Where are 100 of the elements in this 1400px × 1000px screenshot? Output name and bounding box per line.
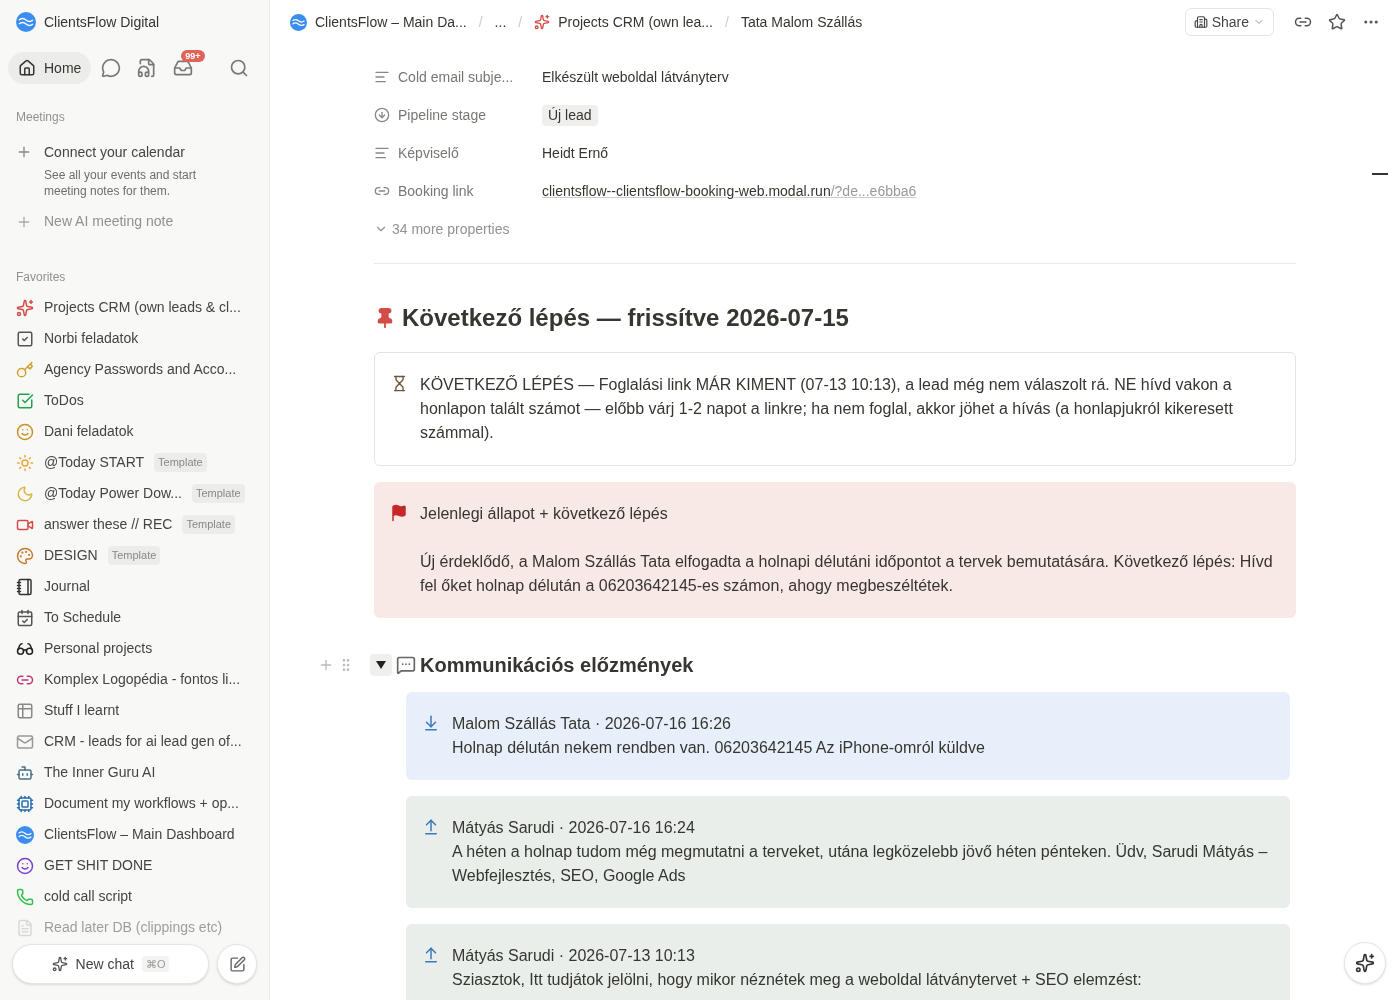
favorite-label: Projects CRM (own leads & cl... bbox=[44, 298, 241, 317]
breadcrumb[interactable]: Projects CRM (own lea... bbox=[558, 11, 713, 33]
template-tag: Template bbox=[191, 484, 245, 503]
favorite-item[interactable]: Journal bbox=[8, 571, 261, 602]
notification-badge: 99+ bbox=[181, 50, 205, 62]
inbox-icon[interactable] bbox=[173, 58, 194, 78]
booking-link[interactable]: clientsflow--clientsflow-booking-web.modal.run/?de...e6bba6 bbox=[542, 180, 917, 202]
callout-text: Új érdeklődő, a Malom Szállás Tata elfogadta a holnapi délutáni időpontot a tervek bemutatására. Következő lépés: Hívd fel őket holnap délután a 06203642145-es számon, ahogy megbeszéltétek. bbox=[420, 551, 1274, 596]
search-icon[interactable] bbox=[229, 58, 249, 78]
meeting-notes-icon[interactable] bbox=[137, 58, 158, 78]
moon-icon bbox=[16, 484, 34, 503]
favorite-label: Stuff I learnt bbox=[44, 701, 120, 720]
favorite-item[interactable]: Document my workflows + op... bbox=[8, 788, 261, 819]
property-icon bbox=[374, 107, 390, 123]
favorite-item[interactable]: To Schedule bbox=[8, 602, 261, 633]
check-icon bbox=[16, 391, 34, 410]
star-icon[interactable] bbox=[1328, 13, 1346, 31]
share-button[interactable]: Share bbox=[1184, 8, 1274, 36]
calendar-description: See all your events and start meeting notes for them. bbox=[44, 167, 198, 199]
favorite-label: To Schedule bbox=[44, 608, 122, 627]
favorite-label: Dani feladatok bbox=[44, 422, 134, 441]
envelope-icon bbox=[16, 732, 34, 751]
favorite-item[interactable]: Norbi feladatok bbox=[8, 323, 261, 354]
phone-icon bbox=[16, 887, 34, 906]
chat-icon[interactable] bbox=[101, 58, 122, 78]
favorite-label: Journal bbox=[44, 577, 90, 596]
favorite-label: cold call script bbox=[44, 887, 132, 906]
new-chat-button[interactable]: New chat ⌘O bbox=[12, 944, 209, 984]
notebook-icon bbox=[16, 577, 34, 596]
home-tab[interactable]: Home bbox=[8, 52, 92, 84]
property-icon bbox=[374, 145, 390, 161]
breadcrumb[interactable]: ... bbox=[494, 11, 507, 33]
favorite-label: Komplex Logopédia - fontos li... bbox=[44, 670, 241, 689]
callout-title: Jelenlegi állapot + következő lépés bbox=[420, 504, 669, 524]
breadcrumb[interactable]: ClientsFlow – Main Da... bbox=[315, 11, 467, 33]
plus-icon[interactable] bbox=[16, 144, 32, 160]
compose-button[interactable] bbox=[217, 944, 257, 984]
building-icon bbox=[1193, 15, 1208, 29]
logo-icon bbox=[290, 13, 307, 31]
message-header: Mátyás Sarudi · 2026-07-16 16:24 bbox=[452, 818, 696, 838]
favorite-label: @Today START bbox=[44, 453, 145, 472]
home-icon bbox=[18, 59, 36, 77]
favorite-item[interactable]: Stuff I learnt bbox=[8, 695, 261, 726]
favorite-item[interactable]: cold call script bbox=[8, 881, 261, 912]
favorite-label: Document my workflows + op... bbox=[44, 794, 239, 813]
checkbox-icon bbox=[16, 329, 34, 348]
message-body: A héten a holnap tudom még megmutatni a terveket, utána legközelebb jövő héten pénteken. Üdv, Sarudi Mátyás – Webfejlesztés, SEO, Google Ads bbox=[452, 842, 1269, 886]
favorite-item[interactable]: Personal projects bbox=[8, 633, 261, 664]
key-icon bbox=[16, 360, 34, 379]
favorite-label: answer these // REC bbox=[44, 515, 173, 534]
schedule-icon bbox=[16, 608, 34, 627]
logo-icon bbox=[16, 825, 34, 844]
sparkle-icon bbox=[51, 956, 68, 972]
section-heading: Kommunikációs előzmények bbox=[420, 653, 694, 678]
template-tag: Template bbox=[107, 546, 161, 565]
flag-icon bbox=[390, 504, 408, 522]
message-body: Sziasztok, Itt tudjátok jelölni, hogy mikor néznétek meg a weboldal látványtervet + SEO elemzést: bbox=[452, 970, 1142, 990]
status-tag[interactable]: Új lead bbox=[542, 104, 598, 126]
favorite-item[interactable]: Dani feladatok bbox=[8, 416, 261, 447]
favorite-label: ToDos bbox=[44, 391, 84, 410]
hourglass-icon bbox=[391, 375, 408, 392]
workspace-name[interactable]: ClientsFlow Digital bbox=[44, 11, 160, 33]
section-heading: Következő lépés — frissítve 2026-07-15 bbox=[402, 303, 849, 333]
toggle-button[interactable] bbox=[370, 654, 392, 676]
callout-text: KÖVETKEZŐ LÉPÉS — Foglalási link MÁR KIMENT (07-13 10:13), a lead még nem válaszolt rá. NE hívd vakon a honlapon talált számot — előbb várj 1-2 napot a linkre; ha nem foglal, akkor jöhet a hívás (a honlapjukról kikeresett számmal). bbox=[420, 374, 1234, 443]
connect-calendar-link[interactable]: Connect your calendar bbox=[44, 142, 219, 163]
section-title: Meetings bbox=[15, 109, 66, 126]
message-body: Holnap délután nekem rendben van. 06203642145 Az iPhone-omról küldve bbox=[452, 738, 985, 758]
message-header: Malom Szállás Tata · 2026-07-16 16:26 bbox=[452, 714, 732, 734]
favorite-item[interactable]: answer these // REC Template bbox=[8, 509, 261, 540]
favorite-item[interactable]: @Today Power Dow... Template bbox=[8, 478, 261, 509]
favorite-item[interactable]: Projects CRM (own leads & cl... bbox=[8, 292, 261, 323]
property-value: Heidt Ernő bbox=[542, 143, 609, 163]
breadcrumb-separator: / bbox=[478, 12, 483, 32]
favorite-label: Read later DB (clippings etc) bbox=[44, 918, 223, 937]
favorite-item[interactable]: @Today START Template bbox=[8, 447, 261, 478]
favorite-item[interactable]: The Inner Guru AI bbox=[8, 757, 261, 788]
sparkle-icon bbox=[1355, 953, 1375, 973]
breadcrumb-separator: / bbox=[518, 12, 523, 32]
favorite-item[interactable]: DESIGN Template bbox=[8, 540, 261, 571]
property-name: Képviselő bbox=[398, 143, 459, 163]
favorite-item[interactable]: CRM - leads for ai lead gen of... bbox=[8, 726, 261, 757]
favorite-label: Agency Passwords and Acco... bbox=[44, 360, 237, 379]
breadcrumb-separator: / bbox=[725, 12, 729, 32]
favorite-item[interactable]: Komplex Logopédia - fontos li... bbox=[8, 664, 261, 695]
sun-icon bbox=[16, 453, 34, 472]
template-tag: Template bbox=[182, 515, 236, 534]
breadcrumb[interactable]: Tata Malom Szállás bbox=[740, 11, 863, 33]
favorite-label: @Today Power Dow... bbox=[44, 484, 182, 503]
favorite-item[interactable]: ClientsFlow – Main Dashboard bbox=[8, 819, 261, 850]
favorite-item[interactable]: ToDos bbox=[8, 385, 261, 416]
favorite-item[interactable]: Agency Passwords and Acco... bbox=[8, 354, 261, 385]
property-name: Cold email subje... bbox=[398, 67, 514, 87]
favorite-item[interactable]: GET SHIT DONE bbox=[8, 850, 261, 881]
favorite-label: CRM - leads for ai lead gen of... bbox=[44, 732, 242, 751]
palette-icon bbox=[16, 546, 34, 565]
robot-icon bbox=[16, 763, 34, 782]
document-icon bbox=[16, 918, 34, 937]
assistant-button[interactable] bbox=[1344, 942, 1386, 984]
logo-icon bbox=[16, 12, 36, 32]
